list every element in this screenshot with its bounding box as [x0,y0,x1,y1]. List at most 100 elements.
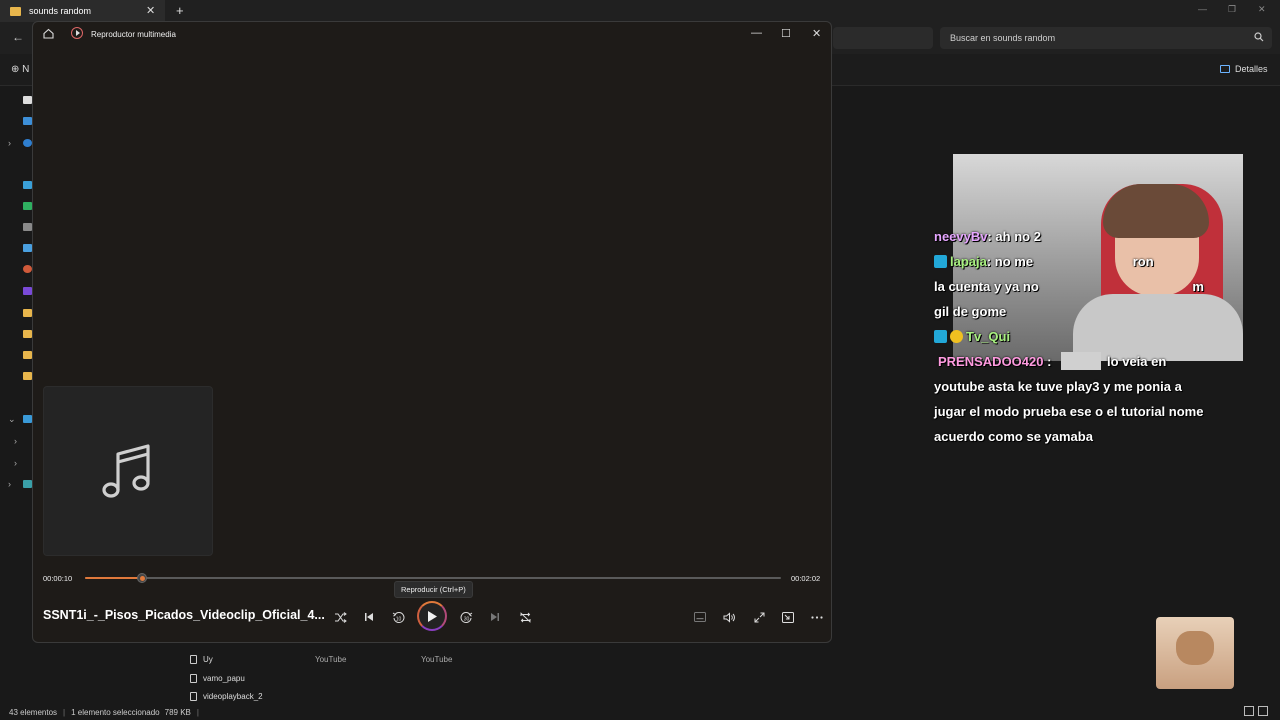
desktop-nav-icon[interactable] [23,181,32,189]
fullscreen-button[interactable] [749,608,769,626]
chevron-down-icon[interactable]: ⌄ [8,414,16,425]
more-options-button[interactable] [807,608,827,626]
cat-face [1176,631,1214,665]
sub-badge-icon [950,330,963,343]
selected-count: 1 elemento seleccionado [71,707,160,717]
videos-nav-icon[interactable] [23,287,32,295]
details-label: Detalles [1235,64,1268,74]
file-col-1: YouTube [315,655,347,664]
forward-30-button[interactable]: 30 [456,608,476,626]
chat-user: Tv_Qui [966,329,1011,344]
file-icon [190,673,197,683]
chevron-right-icon[interactable]: › [14,458,17,468]
gallery-nav-icon[interactable] [23,117,32,125]
onedrive-nav-icon[interactable] [23,139,32,147]
seek-thumb[interactable] [137,573,148,583]
chat-message-line: youtube asta ke tuve play3 y me ponia a [934,374,1254,399]
explorer-tab-bar: sounds random ✕ + — ❐ ✕ [0,0,1280,22]
expand-icon [754,612,764,622]
badge-icon [934,330,947,343]
chat-user: neevyBv [934,229,988,244]
music-nav-icon[interactable] [23,265,32,273]
file-row[interactable]: Uy [190,651,213,667]
chat-text: : ah no 2 [987,229,1041,244]
tiles-view-icon[interactable] [1258,706,1268,716]
chat-text: ron [1132,254,1154,269]
new-tab-icon[interactable]: + [176,3,184,18]
shuffle-button[interactable] [330,608,350,626]
svg-text:10: 10 [395,616,401,622]
search-input[interactable]: Buscar en sounds random [940,27,1272,49]
folder-icon [10,6,21,16]
folder-nav-icon[interactable] [23,351,32,359]
picture-in-picture-icon [782,611,794,623]
address-bar[interactable] [833,27,933,49]
explorer-minimize-icon[interactable]: — [1198,4,1207,14]
chat-message-line: acuerdo como se yamaba [934,424,1254,449]
previous-button[interactable] [359,608,379,626]
details-view-icon[interactable] [1244,706,1254,716]
chevron-right-icon[interactable]: › [8,479,11,489]
music-note-icon [102,444,150,498]
folder-nav-icon[interactable] [23,372,32,380]
downloads-nav-icon[interactable] [23,202,32,210]
file-col-2: YouTube [421,655,453,664]
album-art [43,386,213,556]
app-name: Reproductor multimedia [91,30,176,39]
new-button[interactable]: ⊕ N [11,64,29,75]
chat-text: gil de gome [934,304,1007,319]
item-count: 43 elementos [9,707,58,717]
explorer-maximize-icon[interactable]: ❐ [1228,4,1236,15]
compact-overlay-button[interactable] [778,608,798,626]
close-icon[interactable]: ✕ [812,27,821,40]
chevron-right-icon[interactable]: › [14,436,17,446]
chat-message-line: jugar el modo prueba ese o el tutorial n… [934,399,1254,424]
chat-text: lo veia en [1107,354,1167,369]
file-icon [190,654,197,664]
home-nav-icon[interactable] [23,96,32,104]
media-player-window: Reproductor multimedia — ☐ ✕ 00:00:10 00… [32,21,832,643]
play-button[interactable] [417,601,447,631]
seek-bar[interactable] [85,573,781,583]
chat-message: lapaja: no me ron [934,249,1254,274]
folder-nav-icon[interactable] [23,309,32,317]
next-icon [491,613,499,621]
status-bar: 43 elementos | 1 elemento seleccionado 7… [9,707,199,717]
folder-nav-icon[interactable] [23,330,32,338]
next-button[interactable] [485,608,505,626]
rewind-10-button[interactable]: 10 [388,608,408,626]
chat-message: PRENSADOO420 : lo veia en [934,349,1254,374]
explorer-tab[interactable]: sounds random [0,0,165,22]
selected-size: 789 KB [164,707,191,717]
tab-close-icon[interactable]: ✕ [146,4,155,17]
home-icon[interactable] [43,28,54,39]
pictures-nav-icon[interactable] [23,244,32,252]
shuffle-icon [334,611,347,623]
details-button[interactable]: Detalles [1220,64,1268,74]
chat-message-line: gil de gome [934,299,1254,324]
play-icon [428,610,437,622]
chat-text: : no me [986,254,1037,269]
chat-text: youtube asta ke tuve play3 y me ponia a [934,379,1182,394]
maximize-icon[interactable]: ☐ [781,27,791,40]
network-nav-icon[interactable] [23,480,32,488]
chat-message: neevyBv: ah no 2 [934,224,1254,249]
chat-text: m [1192,279,1204,294]
explorer-close-icon[interactable]: ✕ [1258,4,1266,15]
search-placeholder: Buscar en sounds random [950,33,1056,43]
documents-nav-icon[interactable] [23,223,32,231]
file-row[interactable]: vamo_papu [190,670,245,686]
chat-text: acuerdo como se yamaba [934,429,1093,444]
view-toggle [1244,706,1268,716]
repeat-off-button[interactable] [515,608,535,626]
mini-player-button[interactable] [690,608,710,626]
file-row[interactable]: videoplayback_2 [190,688,263,704]
player-title-bar: Reproductor multimedia — ☐ ✕ [33,22,831,46]
back-arrow-icon[interactable]: ← [12,30,24,44]
volume-button[interactable] [719,608,739,626]
this-pc-nav-icon[interactable] [23,415,32,423]
file-icon [190,691,197,701]
minimize-icon[interactable]: — [751,27,762,39]
chevron-right-icon[interactable]: › [8,138,11,148]
file-name: videoplayback_2 [203,691,263,701]
